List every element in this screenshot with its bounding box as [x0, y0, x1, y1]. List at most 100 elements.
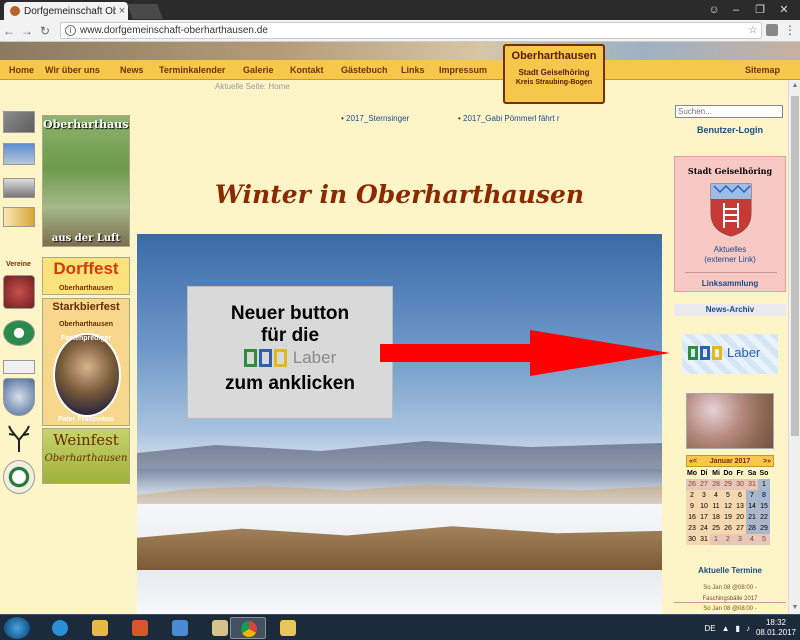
minimize-button[interactable]: – [724, 0, 748, 20]
weinfest-banner[interactable]: Weinfest Oberharthausen [42, 428, 130, 484]
nav-gaestebuch[interactable]: Gästebuch [341, 65, 388, 75]
taskbar-mail[interactable] [270, 617, 306, 639]
profile-icon[interactable]: ☺ [704, 0, 724, 20]
nav-links[interactable]: Links [401, 65, 425, 75]
info-icon[interactable]: i [65, 25, 76, 36]
calendar-day[interactable]: 24 [698, 523, 710, 534]
blossom-church-photo[interactable] [686, 393, 774, 449]
taskbar-file-explorer[interactable] [82, 617, 118, 639]
calendar-day[interactable]: 28 [710, 479, 722, 490]
volume-icon[interactable]: ♪ [746, 624, 750, 633]
nav-kontakt[interactable]: Kontakt [290, 65, 324, 75]
sublink-sternsinger[interactable]: 2017_Sternsinger [341, 114, 409, 123]
calendar-day[interactable]: 3 [698, 490, 710, 501]
search-input[interactable] [675, 105, 783, 118]
calendar-day[interactable]: 30 [686, 534, 698, 545]
login-link[interactable]: Benutzer-Login [676, 125, 784, 135]
news-archiv-link[interactable]: News-Archiv [674, 304, 786, 316]
calendar-day[interactable]: 7 [746, 490, 758, 501]
clock[interactable]: 18:32 08.01.2017 [756, 618, 796, 638]
calendar-day[interactable]: 31 [698, 534, 710, 545]
maximize-button[interactable]: ❐ [748, 0, 772, 20]
nav-galerie[interactable]: Galerie [243, 65, 274, 75]
termine-title[interactable]: Aktuelle Termine [674, 566, 786, 575]
aktuelles-link[interactable]: Aktuelles (externer Link) [675, 245, 785, 265]
back-arrow-icon[interactable]: ← [0, 24, 18, 38]
start-button[interactable] [4, 617, 30, 639]
nav-sitemap[interactable]: Sitemap [745, 65, 780, 75]
calendar-day[interactable]: 3 [734, 534, 746, 545]
termin-date[interactable]: So Jan 08 @08:00 - [674, 606, 786, 612]
club-emblem-icon[interactable] [3, 460, 35, 494]
address-bar[interactable]: i www.dorfgemeinschaft-oberharthausen.de… [60, 22, 762, 39]
close-window-button[interactable]: ✕ [772, 0, 796, 20]
calendar-day[interactable]: 17 [698, 512, 710, 523]
calendar-day[interactable]: 20 [734, 512, 746, 523]
landfrauen-icon[interactable] [3, 360, 35, 374]
termin-title[interactable]: Faschingsbälle 2017 [674, 596, 786, 603]
bookmark-star-icon[interactable]: ☆ [745, 25, 761, 36]
calendar-day[interactable]: 26 [686, 479, 698, 490]
church-photo-icon[interactable] [3, 143, 35, 165]
taskbar-app[interactable] [162, 617, 198, 639]
calendar-day[interactable]: 15 [758, 501, 770, 512]
browser-tab[interactable]: Dorfgemeinschaft Oberh × [4, 2, 128, 20]
calendar-day[interactable]: 4 [746, 534, 758, 545]
calendar-day[interactable]: 18 [710, 512, 722, 523]
calendar-day[interactable]: 1 [758, 479, 770, 490]
extension-icon[interactable] [766, 24, 778, 36]
termin-date[interactable]: So Jan 08 @08:00 - [674, 585, 786, 591]
calendar-day[interactable]: 30 [734, 479, 746, 490]
network-icon[interactable]: ▮ [736, 624, 740, 633]
nav-impressum[interactable]: Impressum [439, 65, 487, 75]
taskbar-office[interactable] [122, 617, 158, 639]
calendar-day[interactable]: 31 [746, 479, 758, 490]
page-scrollbar[interactable]: ▲ ▼ [788, 80, 800, 614]
starkbierfest-banner[interactable]: Starkbierfest Oberharthausen Fastenpredi… [42, 298, 130, 426]
geiselhoering-box[interactable]: Stadt Geiselhöring Aktuelles (externer L… [674, 156, 786, 292]
calendar-day[interactable]: 29 [758, 523, 770, 534]
calendar-day[interactable]: 21 [746, 512, 758, 523]
calendar-day[interactable]: 9 [686, 501, 698, 512]
calendar-day[interactable]: 22 [758, 512, 770, 523]
fire-brigade-crest-icon[interactable] [3, 378, 35, 416]
calendar-day[interactable]: 10 [698, 501, 710, 512]
nav-terminkalender[interactable]: Terminkalender [159, 65, 225, 75]
ile-laber-button[interactable]: Laber [682, 334, 778, 374]
browser-menu-icon[interactable]: ⋮ [784, 23, 796, 37]
calendar-day[interactable]: 11 [710, 501, 722, 512]
new-tab-button[interactable] [127, 4, 163, 19]
calendar-day[interactable]: 26 [722, 523, 734, 534]
dorffest-banner[interactable]: Dorffest Oberharthausen [42, 257, 130, 295]
aerial-view-banner[interactable]: Oberharthausen aus der Luft [42, 115, 130, 247]
calendar-day[interactable]: 12 [722, 501, 734, 512]
calendar-day[interactable]: 4 [710, 490, 722, 501]
calendar-day[interactable]: 8 [758, 490, 770, 501]
calendar-day[interactable]: 6 [734, 490, 746, 501]
taskbar-ie[interactable] [42, 617, 78, 639]
calendar-day[interactable]: 23 [686, 523, 698, 534]
calendar-day[interactable]: 2 [722, 534, 734, 545]
tab-close-icon[interactable]: × [116, 5, 128, 17]
antlers-icon[interactable] [3, 424, 35, 456]
scroll-up-icon[interactable]: ▲ [789, 80, 800, 92]
calendar-day[interactable]: 5 [758, 534, 770, 545]
village-photo-icon[interactable] [3, 111, 35, 133]
map-icon[interactable] [3, 207, 35, 227]
calendar-day[interactable]: 2 [686, 490, 698, 501]
tray-up-arrow-icon[interactable]: ▲ [722, 624, 730, 633]
nav-home[interactable]: Home [9, 65, 34, 75]
nav-wir-ueber-uns[interactable]: Wir über uns [45, 65, 100, 75]
scroll-thumb[interactable] [791, 96, 799, 436]
calendar-day[interactable]: 14 [746, 501, 758, 512]
linksammlung-link[interactable]: Linksammlung [675, 279, 785, 288]
calendar-day[interactable]: 16 [686, 512, 698, 523]
taskbar-chrome[interactable] [230, 617, 266, 639]
calendar-prev-button[interactable]: «< [687, 458, 699, 465]
calendar-day[interactable]: 19 [722, 512, 734, 523]
sublink-gabi-poemmerl[interactable]: 2017_Gabi Pömmerl fährt r [458, 114, 560, 123]
club-crest-icon[interactable] [3, 275, 35, 309]
scroll-down-icon[interactable]: ▼ [789, 602, 800, 614]
calendar-day[interactable]: 27 [734, 523, 746, 534]
calendar-day[interactable]: 5 [722, 490, 734, 501]
